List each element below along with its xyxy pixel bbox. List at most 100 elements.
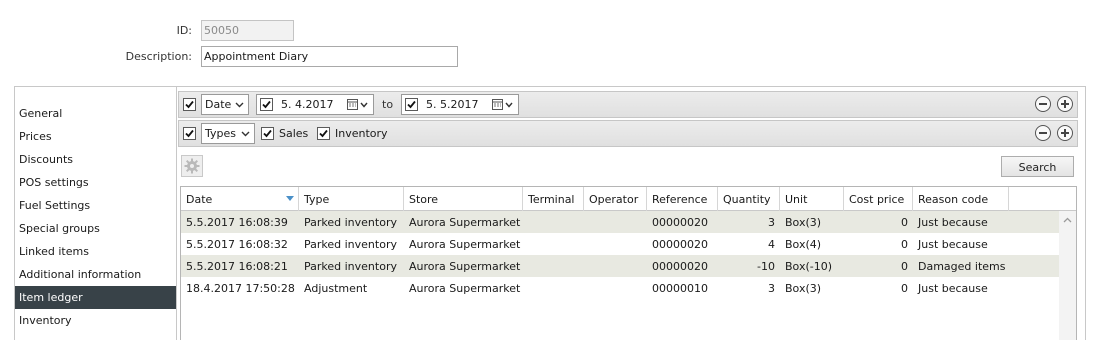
cell-date: 5.5.2017 16:08:21 — [186, 260, 288, 273]
cell-date: 18.4.2017 17:50:28 — [186, 282, 295, 295]
description-label: Description: — [125, 50, 192, 63]
column-header-operator[interactable]: Operator — [584, 187, 647, 211]
cell-terminal — [523, 233, 584, 255]
sales-checkbox[interactable] — [261, 127, 274, 140]
cell-terminal — [523, 255, 584, 277]
cell-terminal — [523, 211, 584, 233]
column-header-terminal[interactable]: Terminal — [523, 187, 584, 211]
date-from-picker[interactable]: 5. 4.2017 — [256, 94, 374, 115]
id-label: ID: — [176, 24, 192, 37]
cell-unit: Box(3) — [785, 216, 822, 229]
remove-date-filter-icon[interactable] — [1035, 96, 1051, 112]
column-header-type[interactable]: Type — [299, 187, 404, 211]
cell-quantity: 3 — [768, 216, 775, 229]
date-to-checkbox[interactable] — [405, 98, 418, 111]
date-field-select-value: Date — [205, 98, 232, 111]
sidebar-item-item-ledger[interactable]: Item ledger — [15, 286, 176, 309]
add-date-filter-icon[interactable] — [1057, 96, 1073, 112]
remove-types-filter-icon[interactable] — [1035, 125, 1051, 141]
table-row[interactable]: 18.4.2017 17:50:28 Adjustment Aurora Sup… — [181, 277, 1059, 299]
column-header-quantity[interactable]: Quantity — [718, 187, 780, 211]
sidebar-item-discounts[interactable]: Discounts — [15, 148, 176, 171]
cell-type: Parked inventory — [304, 216, 397, 229]
column-header-store[interactable]: Store — [404, 187, 523, 211]
chevron-up-icon[interactable] — [1063, 217, 1072, 223]
description-field[interactable]: Appointment Diary — [201, 46, 458, 67]
date-from-checkbox[interactable] — [260, 98, 273, 111]
chevron-down-icon — [235, 102, 244, 108]
cell-reference: 00000020 — [652, 216, 708, 229]
sidebar-item-linked-items[interactable]: Linked items — [15, 240, 176, 263]
types-field-select[interactable]: Types — [201, 123, 255, 144]
sidebar-nav: General Prices Discounts POS settings Fu… — [15, 100, 176, 340]
cell-reason-code: Just because — [918, 216, 988, 229]
types-filter-checkbox[interactable] — [183, 127, 196, 140]
cell-store: Aurora Supermarket — [409, 216, 521, 229]
cell-reason-code: Damaged items — [918, 260, 1006, 273]
cell-quantity: 3 — [768, 282, 775, 295]
sort-descending-icon — [286, 196, 294, 201]
table-row[interactable]: 5.5.2017 16:08:21 Parked inventory Auror… — [181, 255, 1059, 277]
column-header-cost-price[interactable]: Cost price — [844, 187, 913, 211]
date-to-value[interactable]: 5. 5.2017 — [426, 98, 478, 111]
cell-type: Parked inventory — [304, 260, 397, 273]
settings-button[interactable] — [181, 155, 203, 177]
date-filter-bar: Date 5. 4.2017 to 5. 5.2017 — [178, 91, 1078, 118]
table-row[interactable]: 5.5.2017 16:08:32 Parked inventory Auror… — [181, 233, 1059, 255]
cell-unit: Box(-10) — [785, 260, 832, 273]
cell-quantity: 4 — [768, 238, 775, 251]
cell-type: Adjustment — [304, 282, 368, 295]
chevron-down-icon — [241, 131, 250, 137]
panel-frame — [14, 86, 1086, 87]
sidebar-item-additional-information[interactable]: Additional information — [15, 263, 176, 286]
date-to-picker[interactable]: 5. 5.2017 — [401, 94, 519, 115]
cell-cost-price: 0 — [901, 260, 908, 273]
inventory-checkbox[interactable] — [317, 127, 330, 140]
column-header-unit[interactable]: Unit — [780, 187, 844, 211]
column-header-date[interactable]: Date — [181, 187, 299, 211]
calendar-icon[interactable] — [492, 99, 514, 111]
cell-store: Aurora Supermarket — [409, 282, 521, 295]
cell-store: Aurora Supermarket — [409, 238, 521, 251]
cell-unit: Box(3) — [785, 282, 822, 295]
sidebar-item-special-groups[interactable]: Special groups — [15, 217, 176, 240]
cell-type: Parked inventory — [304, 238, 397, 251]
cell-date: 5.5.2017 16:08:39 — [186, 216, 288, 229]
calendar-icon[interactable] — [347, 99, 369, 111]
table-header: Date Type Store Terminal Operator Refere… — [181, 187, 1076, 211]
cell-store: Aurora Supermarket — [409, 260, 521, 273]
sales-checkbox-label[interactable]: Sales — [279, 127, 308, 140]
cell-operator — [584, 233, 647, 255]
inventory-checkbox-label[interactable]: Inventory — [335, 127, 388, 140]
add-types-filter-icon[interactable] — [1057, 125, 1073, 141]
cell-quantity: -10 — [757, 260, 775, 273]
cell-reference: 00000020 — [652, 238, 708, 251]
date-range-to-label: to — [382, 98, 394, 111]
sidebar-item-general[interactable]: General — [15, 102, 176, 125]
date-field-select[interactable]: Date — [201, 94, 249, 115]
panel-frame-right — [1085, 86, 1086, 340]
types-filter-bar: Types Sales Inventory — [178, 120, 1078, 147]
cell-cost-price: 0 — [901, 282, 908, 295]
id-field: 50050 — [201, 20, 294, 41]
types-field-select-value: Types — [205, 127, 236, 140]
cell-operator — [584, 211, 647, 233]
cell-reason-code: Just because — [918, 238, 988, 251]
table-row[interactable]: 5.5.2017 16:08:39 Parked inventory Auror… — [181, 211, 1059, 233]
column-header-reference[interactable]: Reference — [647, 187, 718, 211]
gear-icon — [184, 158, 200, 174]
column-header-reason-code[interactable]: Reason code — [913, 187, 1009, 211]
sidebar-item-prices[interactable]: Prices — [15, 125, 176, 148]
vertical-scrollbar[interactable] — [1059, 211, 1076, 340]
date-filter-checkbox[interactable] — [183, 98, 196, 111]
sidebar-item-inventory[interactable]: Inventory — [15, 309, 176, 332]
item-ledger-table: Date Type Store Terminal Operator Refere… — [180, 186, 1077, 340]
sidebar-item-pos-settings[interactable]: POS settings — [15, 171, 176, 194]
sidebar-item-fuel-settings[interactable]: Fuel Settings — [15, 194, 176, 217]
cell-date: 5.5.2017 16:08:32 — [186, 238, 288, 251]
cell-reason-code: Just because — [918, 282, 988, 295]
search-button[interactable]: Search — [1001, 156, 1074, 177]
cell-reference: 00000020 — [652, 260, 708, 273]
date-from-value[interactable]: 5. 4.2017 — [281, 98, 333, 111]
cell-terminal — [523, 277, 584, 299]
